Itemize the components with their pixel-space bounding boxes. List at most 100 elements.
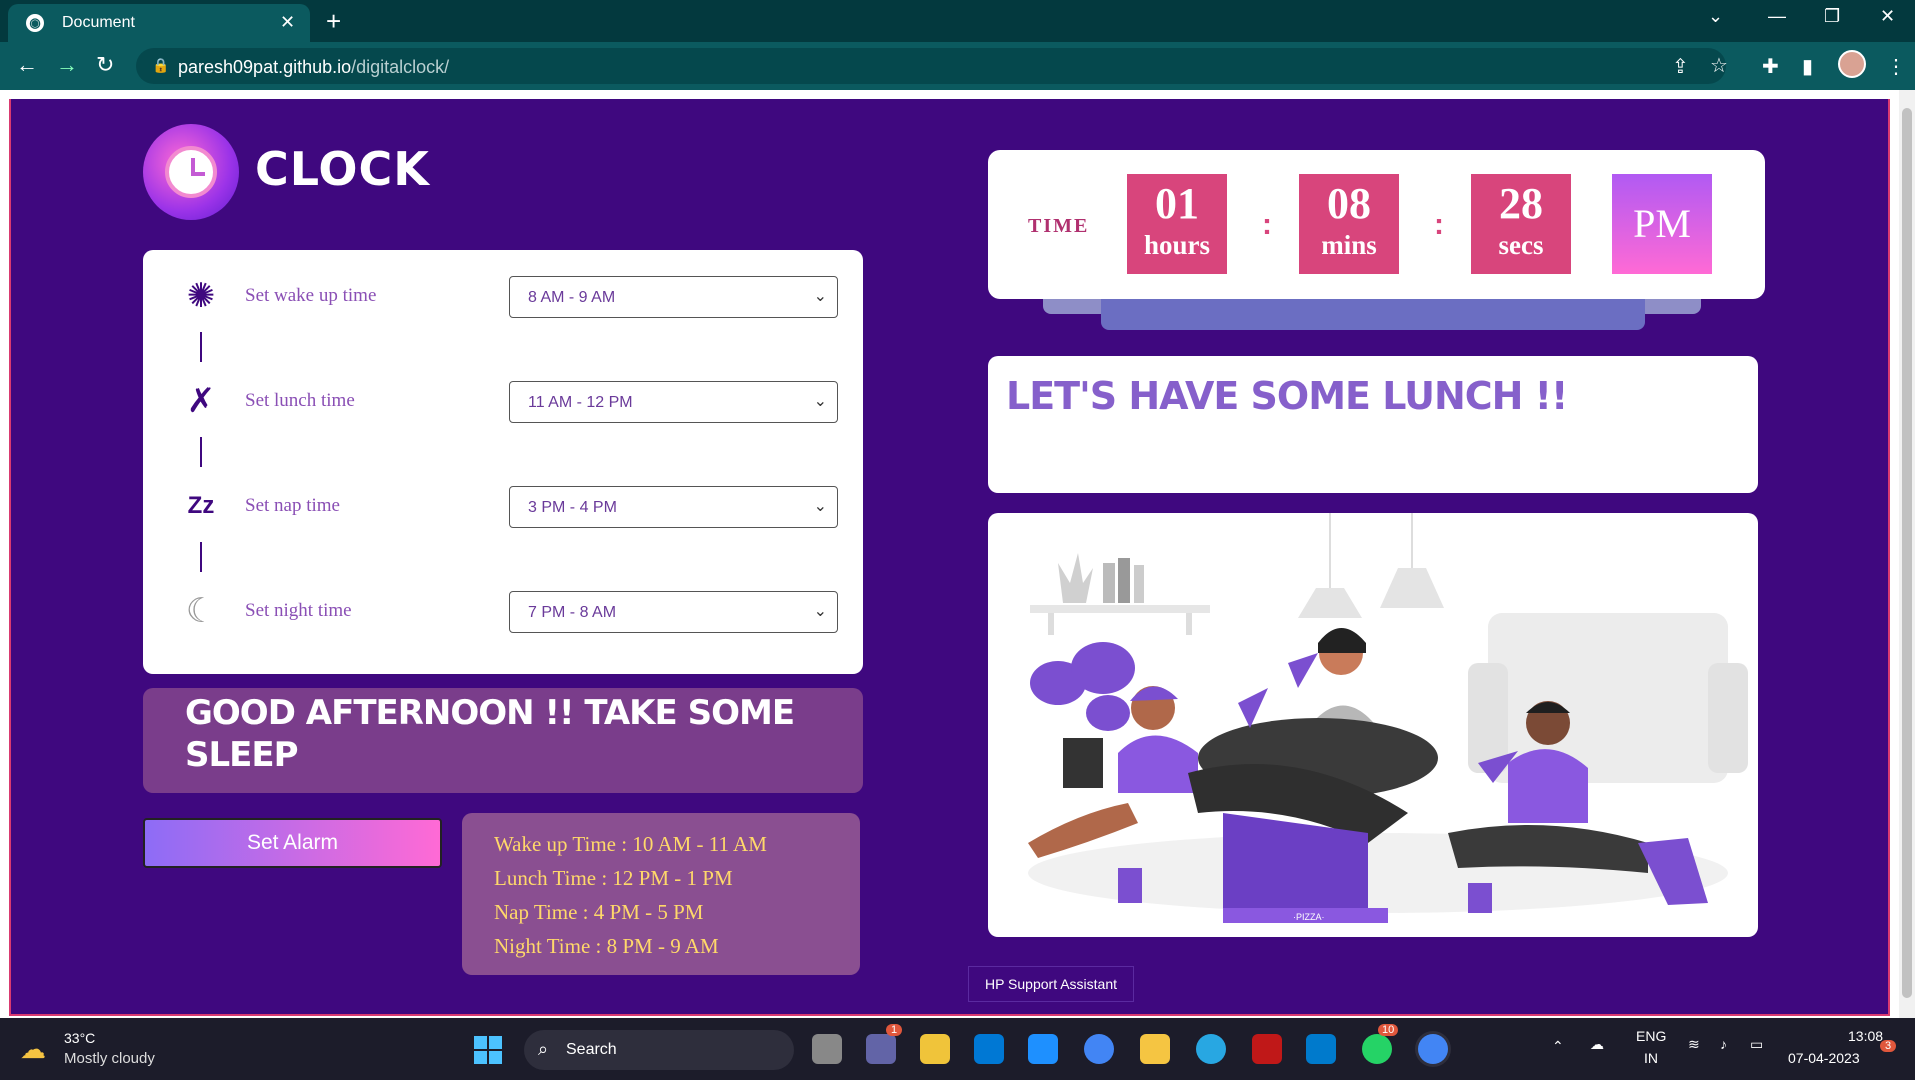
show-hidden-icons[interactable]: ⌃: [1552, 1038, 1564, 1055]
set-alarm-button[interactable]: Set Alarm: [143, 818, 442, 868]
clock-logo-icon: [143, 124, 239, 220]
lunch-time-value: 11 AM - 12 PM: [528, 394, 633, 411]
chrome-icon[interactable]: [1084, 1034, 1114, 1064]
hours-unit: hours: [1143, 230, 1211, 260]
nap-summary: Nap Time : 4 PM - 5 PM: [494, 900, 704, 924]
search-icon: ⌕: [538, 1039, 549, 1059]
colon-separator: :: [1262, 208, 1272, 241]
help-icon[interactable]: [1028, 1034, 1058, 1064]
close-window-button[interactable]: ✕: [1880, 6, 1895, 27]
clock-date[interactable]: 07-04-2023: [1788, 1050, 1860, 1066]
lang-primary[interactable]: ENG: [1636, 1028, 1666, 1044]
message-text: LET'S HAVE SOME LUNCH !!: [1006, 374, 1568, 418]
pizza-box-text: ·PIZZA·: [1293, 912, 1325, 922]
lunch-label: Set lunch time: [245, 390, 355, 411]
menu-icon[interactable]: ⋮: [1886, 54, 1906, 79]
lang-secondary[interactable]: IN: [1644, 1050, 1658, 1066]
chevron-down-icon: ⌄: [813, 288, 827, 305]
close-tab-icon[interactable]: ✕: [280, 12, 295, 33]
mcafee-icon[interactable]: [1252, 1034, 1282, 1064]
bookmark-star-icon[interactable]: ☆: [1710, 53, 1728, 78]
hours-box: 01 hours: [1127, 174, 1227, 274]
wake-summary: Wake up Time : 10 AM - 11 AM: [494, 832, 767, 856]
colon-separator: :: [1434, 208, 1444, 241]
mins-value: 08: [1327, 179, 1371, 228]
nap-time-select[interactable]: 3 PM - 4 PM ⌄: [509, 486, 838, 528]
hours-value: 01: [1155, 179, 1199, 228]
tab-title: Document: [62, 14, 135, 31]
lock-icon: 🔒: [152, 57, 170, 73]
globe-icon: ◉: [26, 14, 44, 32]
new-tab-button[interactable]: +: [326, 6, 341, 37]
url-path: /digitalclock/: [351, 57, 450, 77]
file-explorer-icon[interactable]: [1140, 1034, 1170, 1064]
teams-icon[interactable]: [866, 1034, 896, 1064]
chevron-down-icon: ⌄: [813, 603, 827, 620]
vscode-icon[interactable]: [1306, 1034, 1336, 1064]
secs-unit: secs: [1498, 230, 1544, 260]
ampm-indicator: PM: [1612, 174, 1712, 274]
lunch-illustration: ·PIZZA·: [1028, 513, 1748, 923]
chrome-active-icon[interactable]: [1418, 1034, 1448, 1064]
wake-label: Set wake up time: [245, 285, 377, 306]
cloudy-weather-icon[interactable]: ☁: [20, 1034, 46, 1065]
side-panel-icon[interactable]: ▮: [1802, 54, 1813, 79]
chevron-down-icon: ⌄: [813, 498, 827, 515]
task-view-icon[interactable]: [812, 1034, 842, 1064]
wake-time-value: 8 AM - 9 AM: [528, 289, 616, 306]
forward-button[interactable]: →: [56, 52, 78, 78]
mins-box: 08 mins: [1299, 174, 1399, 274]
zzz-icon: Zz: [187, 492, 215, 519]
volume-icon[interactable]: ♪: [1720, 1036, 1727, 1052]
timeline-connector: [200, 437, 202, 467]
fork-spoon-icon: ✗: [186, 382, 216, 420]
taskbar: ☁ 33°C Mostly cloudy ⌕ Search 1 10 ⌃ ☁ E…: [0, 1018, 1915, 1080]
nap-time-value: 3 PM - 4 PM: [528, 499, 617, 516]
tab-search-icon[interactable]: ⌄: [1708, 6, 1723, 27]
night-time-value: 7 PM - 8 AM: [528, 604, 617, 621]
search-label: Search: [566, 1041, 617, 1058]
profile-avatar[interactable]: [1838, 50, 1866, 78]
whatsapp-badge: 10: [1378, 1024, 1399, 1036]
browser-tab[interactable]: ◉ Document ✕: [8, 4, 310, 42]
edge-icon[interactable]: [1196, 1034, 1226, 1064]
myhp-icon[interactable]: [974, 1034, 1004, 1064]
weather-temp[interactable]: 33°C: [64, 1030, 95, 1046]
share-icon[interactable]: ⇪: [1672, 54, 1689, 79]
night-summary: Night Time : 8 PM - 9 AM: [494, 934, 719, 958]
store-icon[interactable]: [920, 1034, 950, 1064]
restore-button[interactable]: ❐: [1824, 6, 1840, 27]
weather-desc[interactable]: Mostly cloudy: [64, 1050, 155, 1067]
sun-icon: ✺: [186, 277, 216, 315]
onedrive-icon[interactable]: ☁: [1590, 1036, 1604, 1053]
taskbar-search[interactable]: ⌕ Search: [524, 1030, 794, 1070]
lunch-time-select[interactable]: 11 AM - 12 PM ⌄: [509, 381, 838, 423]
illustration-card: ·PIZZA·: [988, 513, 1758, 937]
reload-button[interactable]: ↻: [96, 52, 114, 78]
url-field[interactable]: 🔒 paresh09pat.github.io/digitalclock/ ⇪ …: [136, 48, 1728, 84]
page-scrollbar[interactable]: [1899, 90, 1915, 1018]
notification-badge[interactable]: 3: [1880, 1040, 1897, 1052]
extensions-icon[interactable]: ✚: [1762, 54, 1779, 79]
clock-time[interactable]: 13:08: [1848, 1028, 1883, 1044]
whatsapp-icon[interactable]: [1362, 1034, 1392, 1064]
logo-text: CLOCK: [255, 142, 430, 196]
secs-value: 28: [1499, 179, 1543, 228]
lunch-summary: Lunch Time : 12 PM - 1 PM: [494, 866, 733, 890]
nap-label: Set nap time: [245, 495, 340, 516]
url-host: paresh09pat.github.io: [178, 57, 352, 77]
night-label: Set night time: [245, 600, 352, 621]
back-button[interactable]: ←: [16, 52, 38, 78]
address-bar-row: ← → ↻ 🔒 paresh09pat.github.io/digitalclo…: [0, 42, 1915, 90]
battery-icon[interactable]: ▭: [1750, 1036, 1763, 1053]
night-time-select[interactable]: 7 PM - 8 AM ⌄: [509, 591, 838, 633]
greeting-panel: GOOD AFTERNOON !! TAKE SOME SLEEP: [143, 688, 863, 793]
minimize-button[interactable]: —: [1768, 6, 1786, 27]
windows-start-icon[interactable]: [474, 1036, 502, 1064]
wake-time-select[interactable]: 8 AM - 9 AM ⌄: [509, 276, 838, 318]
browser-tab-strip: ◉ Document ✕ + ⌄ — ❐ ✕: [0, 0, 1915, 42]
hp-support-tooltip: HP Support Assistant: [968, 966, 1134, 1002]
wifi-icon[interactable]: ≋: [1688, 1036, 1700, 1053]
moon-icon: ☾: [185, 592, 217, 630]
chevron-down-icon: ⌄: [813, 393, 827, 410]
